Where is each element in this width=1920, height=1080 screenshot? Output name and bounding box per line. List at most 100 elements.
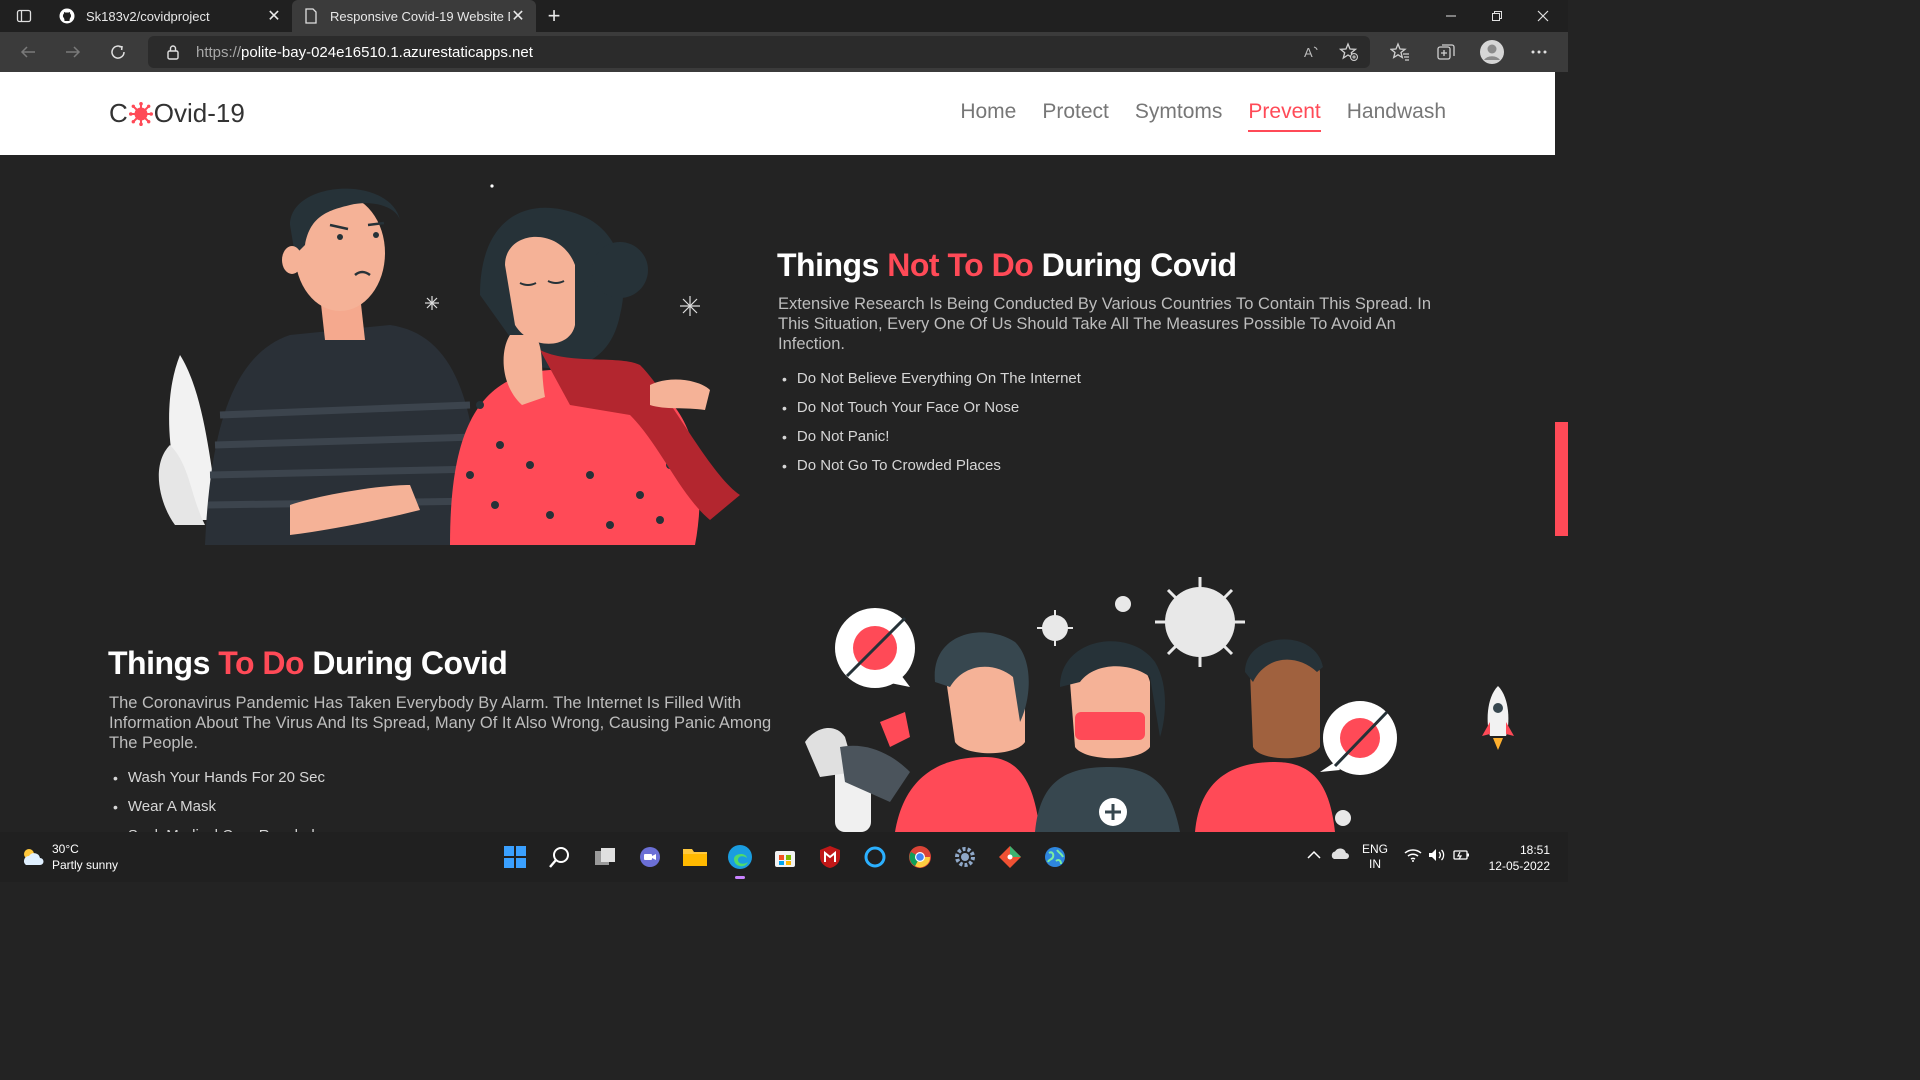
file-explorer-button[interactable] bbox=[679, 841, 711, 873]
weather-desc: Partly sunny bbox=[52, 858, 119, 872]
search-button[interactable] bbox=[544, 841, 576, 873]
windows-taskbar: 30°C Partly sunny ENG IN 18:51 12-05-202… bbox=[0, 832, 1568, 882]
store-icon bbox=[775, 851, 795, 867]
to-do-title: Things To Do During Covid bbox=[108, 645, 508, 682]
partly-sunny-icon bbox=[24, 849, 44, 865]
battery-icon[interactable] bbox=[1453, 848, 1471, 865]
task-view-icon bbox=[595, 848, 615, 865]
title-text: Things bbox=[108, 645, 219, 681]
site-header: C Ovid-19 Home Protect Symtoms Prevent H… bbox=[0, 72, 1555, 155]
chrome-icon bbox=[909, 846, 931, 868]
search-icon bbox=[549, 847, 569, 868]
chevron-up-icon bbox=[1307, 850, 1321, 859]
not-to-do-list: Do Not Believe Everything On The Interne… bbox=[782, 364, 1081, 480]
not-to-do-title: Things Not To Do During Covid bbox=[777, 247, 1237, 284]
wifi-icon[interactable] bbox=[1404, 848, 1422, 865]
title-text: Things bbox=[777, 247, 888, 283]
settings-more-icon[interactable] bbox=[1525, 38, 1553, 66]
to-do-paragraph: The Coronavirus Pandemic Has Taken Every… bbox=[109, 694, 772, 752]
to-do-list: Wash Your Hands For 20 Sec Wear A Mask S… bbox=[113, 763, 325, 832]
start-button[interactable] bbox=[499, 841, 531, 873]
close-tab-icon[interactable]: ✕ bbox=[266, 6, 282, 26]
settings-app-button[interactable] bbox=[949, 841, 981, 873]
weather-temp: 30°C bbox=[52, 842, 79, 856]
onedrive-icon[interactable] bbox=[1330, 847, 1350, 864]
lang-code: ENG bbox=[1362, 842, 1389, 856]
clock[interactable]: 18:51 12-05-2022 bbox=[1484, 842, 1550, 874]
cortana-button[interactable] bbox=[859, 841, 891, 873]
close-window-button[interactable] bbox=[1520, 0, 1566, 32]
tab-actions-icon bbox=[16, 9, 32, 23]
chat-icon bbox=[640, 847, 660, 867]
clock-date: 12-05-2022 bbox=[1488, 859, 1550, 873]
nav-protect[interactable]: Protect bbox=[1042, 100, 1109, 132]
collections-icon[interactable] bbox=[1432, 38, 1460, 66]
list-item: Do Not Believe Everything On The Interne… bbox=[782, 364, 1081, 393]
url-protocol: https:// bbox=[196, 43, 242, 61]
list-item: Seek Medical Care Regularly bbox=[113, 821, 325, 832]
git-app-button[interactable] bbox=[994, 841, 1026, 873]
browser-tab-covid[interactable]: Responsive Covid-19 Website De ✕ bbox=[292, 0, 536, 32]
list-item: Do Not Go To Crowded Places bbox=[782, 451, 1081, 480]
globe-icon bbox=[1045, 847, 1065, 867]
close-tab-icon[interactable]: ✕ bbox=[510, 6, 526, 26]
not-to-do-paragraph: Extensive Research Is Being Conducted By… bbox=[778, 295, 1432, 353]
back-button[interactable] bbox=[12, 36, 44, 68]
minimize-button[interactable] bbox=[1428, 0, 1474, 32]
refresh-button[interactable] bbox=[102, 36, 134, 68]
page-scrollbar-thumb[interactable] bbox=[1555, 422, 1568, 536]
forward-button[interactable] bbox=[57, 36, 89, 68]
url-text[interactable]: https://polite-bay-024e16510.1.azurestat… bbox=[196, 44, 533, 61]
main-nav: Home Protect Symtoms Prevent Handwash bbox=[960, 100, 1446, 132]
browser-tab-github[interactable]: Sk183v2/covidproject ✕ bbox=[48, 0, 292, 32]
site-logo[interactable]: C Ovid-19 bbox=[109, 98, 245, 129]
tab-title: Sk183v2/covidproject bbox=[86, 8, 210, 24]
mask-people-illustration bbox=[805, 577, 1397, 832]
lock-icon[interactable] bbox=[164, 44, 182, 60]
logo-prefix: C bbox=[109, 98, 128, 128]
new-tab-button[interactable]: + bbox=[540, 2, 568, 30]
title-accent: To Do bbox=[218, 645, 305, 681]
profile-icon bbox=[1480, 40, 1504, 64]
nav-home[interactable]: Home bbox=[960, 100, 1016, 132]
folder-icon bbox=[683, 849, 707, 866]
volume-icon[interactable] bbox=[1428, 848, 1446, 865]
microsoft-store-button[interactable] bbox=[769, 841, 801, 873]
title-text: During Covid bbox=[1033, 247, 1237, 283]
weather-widget[interactable]: 30°C Partly sunny bbox=[20, 841, 118, 873]
nav-symptoms[interactable]: Symtoms bbox=[1135, 100, 1223, 132]
nav-handwash[interactable]: Handwash bbox=[1347, 100, 1446, 132]
back-to-top-rocket-icon[interactable] bbox=[1478, 684, 1518, 756]
lang-region: IN bbox=[1369, 857, 1381, 871]
edge-button[interactable] bbox=[724, 841, 756, 879]
windows-icon bbox=[504, 846, 526, 868]
add-favorite-icon[interactable] bbox=[1335, 38, 1363, 66]
tab-strip: Sk183v2/covidproject ✕ Responsive Covid-… bbox=[0, 0, 1568, 32]
network-app-button[interactable] bbox=[1039, 841, 1071, 873]
list-item: Wash Your Hands For 20 Sec bbox=[113, 763, 325, 792]
mcafee-button[interactable] bbox=[814, 841, 846, 873]
favorites-icon[interactable] bbox=[1386, 38, 1414, 66]
chrome-button[interactable] bbox=[904, 841, 936, 873]
arrow-right-icon bbox=[66, 46, 81, 58]
tab-title: Responsive Covid-19 Website De bbox=[330, 8, 510, 24]
gear-icon bbox=[955, 847, 975, 867]
address-bar[interactable]: https://polite-bay-024e16510.1.azurestat… bbox=[148, 36, 1370, 68]
github-icon bbox=[58, 7, 76, 25]
coughing-people-illustration bbox=[158, 184, 740, 545]
nav-prevent[interactable]: Prevent bbox=[1248, 100, 1321, 132]
restore-button[interactable] bbox=[1474, 0, 1520, 32]
read-aloud-icon[interactable]: A bbox=[1298, 38, 1326, 66]
input-language-indicator[interactable]: ENG IN bbox=[1362, 842, 1388, 872]
web-page: C Ovid-19 Home Protect Symtoms Prevent H… bbox=[0, 72, 1555, 832]
git-icon bbox=[999, 846, 1021, 868]
restore-icon bbox=[1492, 11, 1502, 21]
task-view-button[interactable] bbox=[589, 841, 621, 873]
teams-chat-button[interactable] bbox=[634, 841, 666, 873]
tab-actions-button[interactable] bbox=[8, 4, 40, 28]
show-hidden-icons-button[interactable] bbox=[1306, 849, 1322, 863]
profile-avatar[interactable] bbox=[1478, 38, 1506, 66]
logo-suffix: Ovid-19 bbox=[153, 98, 245, 128]
svg-text:A: A bbox=[1304, 45, 1313, 60]
refresh-icon bbox=[111, 45, 125, 59]
